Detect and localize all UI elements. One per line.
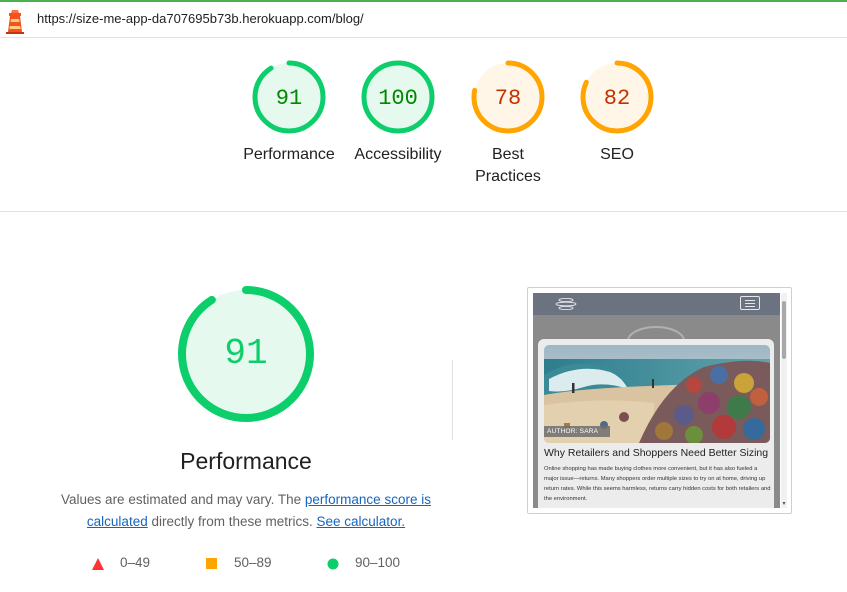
description-text-2: directly from these metrics.	[147, 514, 317, 529]
performance-gauge-label[interactable]: Performance	[229, 144, 349, 166]
site-navbar	[533, 293, 780, 315]
fail-triangle-icon	[92, 558, 104, 570]
blog-post-card: AUTHOR: SARA Why Retailers and Shoppers …	[538, 339, 774, 508]
best-practices-label-line1: Best	[491, 146, 524, 163]
report-url-bar: https://size-me-app-da707695b73b.herokua…	[0, 2, 847, 38]
pass-circle-icon	[327, 558, 339, 570]
final-screenshot[interactable]: AUTHOR: SARA Why Retailers and Shoppers …	[527, 287, 792, 514]
legend-average-range: 50–89	[234, 555, 272, 570]
accessibility-score: 100	[378, 86, 418, 111]
accessibility-gauge-label[interactable]: Accessibility	[338, 144, 458, 166]
blog-post-excerpt: Online shopping has made buying clothes …	[544, 466, 771, 502]
section-divider	[0, 211, 847, 212]
performance-gauge[interactable]: 91	[252, 60, 326, 134]
report-url-link[interactable]: https://size-me-app-da707695b73b.herokua…	[37, 11, 364, 26]
hamburger-menu-icon	[740, 296, 760, 310]
average-square-icon	[206, 558, 217, 569]
see-calculator-link[interactable]: See calculator.	[317, 514, 406, 529]
performance-big-gauge: 91	[178, 286, 314, 422]
scroll-down-arrow-icon: ▾	[782, 501, 786, 507]
scrollbar-thumb	[782, 301, 786, 359]
seo-gauge[interactable]: 82	[580, 60, 654, 134]
blog-post-title: Why Retailers and Shoppers Need Better S…	[544, 447, 769, 459]
author-tag: AUTHOR: SARA	[544, 426, 611, 437]
screenshot-scrollbar: ▾	[781, 293, 787, 508]
best-practices-label-line2: Practices	[475, 168, 541, 185]
seo-gauge-label[interactable]: SEO	[557, 144, 677, 166]
site-logo-icon	[555, 297, 577, 311]
performance-description: Values are estimated and may vary. The p…	[56, 489, 436, 533]
vertical-divider	[452, 360, 453, 440]
best-practices-gauge-label[interactable]: Best Practices	[448, 144, 568, 188]
blog-post-image: AUTHOR: SARA	[544, 345, 770, 443]
accessibility-gauge[interactable]: 100	[361, 60, 435, 134]
lighthouse-report: https://size-me-app-da707695b73b.herokua…	[0, 0, 847, 592]
legend-fail-range: 0–49	[120, 555, 151, 570]
description-text-1: Values are estimated and may vary. The	[61, 492, 305, 507]
hero-decoration	[627, 326, 685, 339]
best-practices-score: 78	[495, 86, 521, 111]
performance-big-score: 91	[224, 333, 267, 374]
seo-score: 82	[604, 86, 630, 111]
performance-score: 91	[276, 86, 302, 111]
performance-title: Performance	[180, 448, 312, 474]
legend-pass-range: 90–100	[355, 555, 401, 570]
lighthouse-logo-icon	[6, 10, 24, 34]
screenshot-viewport: AUTHOR: SARA Why Retailers and Shoppers …	[533, 293, 780, 508]
best-practices-gauge[interactable]: 78	[471, 60, 545, 134]
